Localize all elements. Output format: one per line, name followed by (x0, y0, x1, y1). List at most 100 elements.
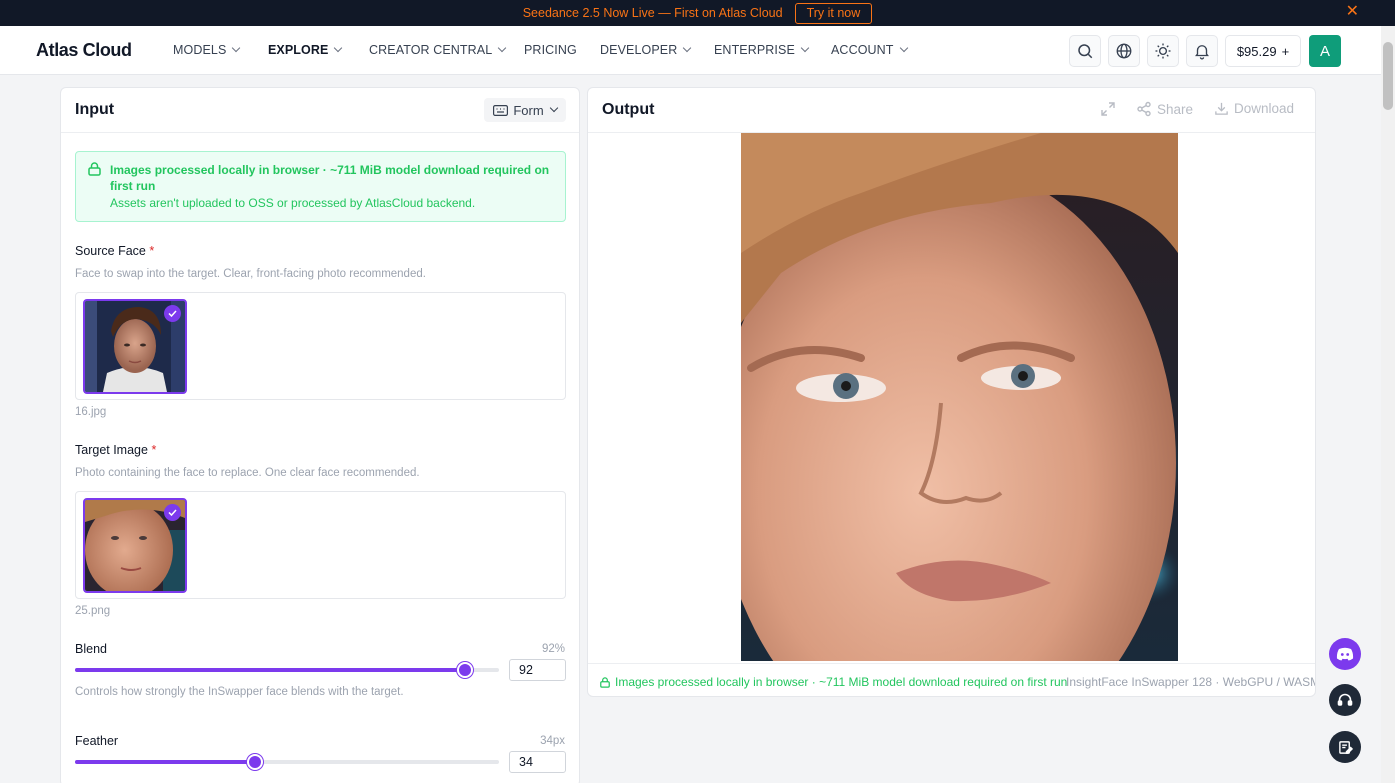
nav-item-label: ENTERPRISE (714, 43, 795, 57)
announcement-bar: Seedance 2.5 Now Live — First on Atlas C… (0, 0, 1395, 26)
feather-label: Feather (75, 734, 119, 748)
nav-item-pricing[interactable]: PRICING (524, 43, 577, 57)
source-face-upload[interactable] (75, 292, 566, 400)
feather-number-input[interactable]: 34 (509, 751, 566, 773)
language-button[interactable] (1108, 35, 1140, 67)
page-scrollbar[interactable] (1381, 26, 1395, 783)
search-icon (1078, 44, 1093, 59)
feather-slider[interactable] (75, 754, 499, 770)
balance-amount: $95.29 (1236, 43, 1277, 59)
source-face-label: Source Face * (75, 244, 154, 258)
share-button[interactable]: Share (1136, 101, 1193, 117)
download-button[interactable]: Download (1214, 101, 1294, 116)
required-mark: * (151, 443, 157, 457)
input-panel-header: Input Form (61, 88, 579, 133)
nav-item-enterprise[interactable]: ENTERPRISE (714, 43, 810, 57)
notice-sub-text: Assets aren't uploaded to OSS or process… (110, 196, 476, 210)
chevron-down-icon (334, 43, 343, 53)
form-mode-dropdown[interactable]: Form (484, 98, 566, 122)
discord-button[interactable] (1329, 638, 1361, 670)
form-mode-label: Form (513, 102, 544, 118)
target-image-filename: 25.png (75, 605, 111, 617)
source-face-help: Face to swap into the target. Clear, fro… (75, 268, 426, 280)
lock-icon (88, 162, 101, 176)
chevron-down-icon (683, 43, 692, 53)
chevron-down-icon (800, 43, 810, 53)
expand-button[interactable] (1100, 101, 1116, 117)
search-button[interactable] (1069, 35, 1101, 67)
blend-value-display: 92% (541, 643, 565, 655)
footer-model-info: InsightFace InSwapper 128 · WebGPU / WAS… (1066, 675, 1316, 689)
avatar[interactable]: A (1309, 35, 1341, 67)
output-footer: Images processed locally in browser · ~7… (588, 663, 1316, 696)
edit-note-icon (1338, 740, 1353, 754)
source-face-thumbnail[interactable] (83, 299, 187, 394)
expand-icon (1101, 102, 1115, 116)
blend-slider-fill (75, 668, 466, 672)
nav-item-label: PRICING (524, 43, 577, 57)
output-panel: Output Share Download Images processed l… (587, 87, 1316, 697)
blend-slider-thumb[interactable] (457, 662, 474, 678)
nav-item-developer[interactable]: DEVELOPER (600, 43, 692, 57)
notifications-button[interactable] (1186, 35, 1218, 67)
target-image-label-text: Target Image (75, 443, 148, 457)
source-face-label-text: Source Face (75, 244, 146, 258)
chevron-down-icon (549, 103, 558, 113)
theme-toggle-button[interactable] (1147, 35, 1179, 67)
try-it-now-button[interactable]: Try it now (794, 2, 873, 24)
footer-notice: Images processed locally in browser · ~7… (600, 675, 1067, 689)
output-image[interactable] (741, 133, 1178, 661)
notice-main-text: Images processed locally in browser · ~7… (110, 163, 550, 193)
headset-icon (1337, 693, 1353, 706)
blend-label: Blend (75, 642, 107, 656)
blend-number-input[interactable]: 92 (509, 659, 566, 681)
feather-slider-fill (75, 760, 256, 764)
chevron-down-icon (498, 43, 507, 53)
keyboard-icon (493, 104, 509, 116)
output-panel-header: Output Share Download (588, 88, 1315, 133)
source-face-filename: 16.jpg (75, 406, 107, 418)
close-icon[interactable]: ✕ (1346, 3, 1359, 21)
check-icon (164, 305, 181, 322)
chevron-down-icon (899, 43, 908, 53)
download-label: Download (1234, 101, 1295, 116)
output-panel-title: Output (602, 101, 655, 118)
blend-slider[interactable] (75, 662, 499, 678)
feedback-button[interactable] (1329, 731, 1361, 763)
input-panel-title: Input (75, 101, 115, 118)
lock-icon (600, 676, 610, 688)
required-mark: * (149, 244, 155, 258)
feather-slider-thumb[interactable] (247, 754, 264, 770)
nav-item-account[interactable]: ACCOUNT (831, 43, 908, 57)
scrollbar-thumb[interactable] (1383, 42, 1393, 110)
target-image-thumbnail[interactable] (83, 498, 187, 593)
footer-notice-text: Images processed locally in browser · ~7… (615, 675, 1068, 689)
nav-item-label: EXPLORE (268, 43, 329, 57)
input-panel: Input Form Images processed locally in b… (60, 87, 580, 783)
sun-icon (1155, 43, 1171, 59)
bell-icon (1195, 45, 1209, 60)
local-processing-notice: Images processed locally in browser · ~7… (75, 151, 566, 222)
feather-value-display: 34px (540, 735, 565, 747)
nav-item-label: CREATOR CENTRAL (369, 43, 493, 57)
nav-item-creator-central[interactable]: CREATOR CENTRAL (369, 43, 507, 57)
globe-icon (1116, 43, 1132, 59)
target-image-help: Photo containing the face to replace. On… (75, 467, 420, 479)
download-icon (1215, 102, 1228, 115)
top-nav: Atlas Cloud MODELS EXPLORE CREATOR CENTR… (0, 26, 1395, 75)
balance-button[interactable]: $95.29 + (1225, 35, 1301, 67)
chevron-down-icon (232, 43, 241, 53)
share-icon (1137, 101, 1151, 117)
nav-item-models[interactable]: MODELS (173, 43, 241, 57)
blend-help: Controls how strongly the InSwapper face… (75, 686, 404, 698)
nav-item-explore[interactable]: EXPLORE (268, 43, 343, 57)
support-button[interactable] (1329, 684, 1361, 716)
target-image-upload[interactable] (75, 491, 566, 599)
check-icon (164, 504, 181, 521)
nav-item-label: DEVELOPER (600, 43, 678, 57)
share-label: Share (1157, 101, 1194, 117)
nav-item-label: MODELS (173, 43, 227, 57)
output-face-image (741, 133, 1178, 661)
logo[interactable]: Atlas Cloud (36, 40, 132, 61)
target-image-label: Target Image * (75, 443, 156, 457)
